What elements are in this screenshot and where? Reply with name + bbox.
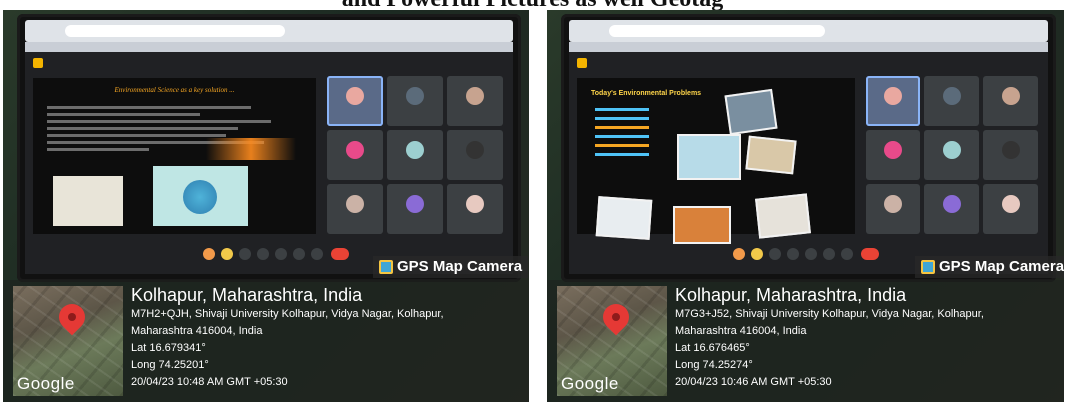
meeting-area: Today's Environmental Problems	[569, 52, 1048, 274]
location-title: Kolhapur, Maharashtra, India	[131, 285, 363, 305]
slide-photo	[673, 206, 731, 244]
participant-tile	[983, 130, 1038, 180]
present-icon	[293, 248, 305, 260]
geotag-overlay: Google Kolhapur, Maharashtra, India M7H2…	[3, 280, 529, 402]
more-options-icon	[311, 248, 323, 260]
latitude: Lat 16.679341°	[131, 342, 206, 354]
participant-tile	[387, 184, 444, 234]
browser-toolbar	[569, 20, 1048, 42]
more-options-icon	[841, 248, 853, 260]
slide-globe-image	[153, 166, 248, 226]
present-icon	[823, 248, 835, 260]
shared-slide: Environmental Science as a key solution …	[33, 78, 317, 234]
raise-hand-icon	[751, 248, 763, 260]
slide-photo	[595, 196, 653, 240]
participant-tile	[983, 184, 1038, 234]
address-bar	[65, 25, 285, 37]
gps-label-text: GPS Map Camera	[939, 258, 1064, 275]
participant-tile	[327, 76, 384, 126]
slide-fire-graphic	[206, 138, 297, 160]
location-title: Kolhapur, Maharashtra, India	[675, 285, 907, 305]
participant-tile	[865, 130, 921, 180]
slide-photo	[745, 135, 797, 175]
participant-tile	[983, 76, 1038, 126]
presenting-icon	[33, 58, 43, 68]
participant-tile	[447, 184, 503, 234]
mic-icon	[769, 248, 781, 260]
participant-tile	[327, 184, 384, 234]
map-thumbnail: Google	[13, 286, 123, 396]
gps-camera-icon	[379, 260, 393, 274]
gps-map-camera-label: GPS Map Camera	[373, 256, 529, 278]
address-line-1: M7H2+QJH, Shivaji University Kolhapur, V…	[131, 308, 444, 320]
map-pin-icon	[597, 298, 635, 336]
bookmarks-bar	[569, 42, 1048, 52]
slide-sketch-image	[53, 176, 123, 226]
camera-icon	[787, 248, 799, 260]
slide-photo	[755, 193, 811, 239]
participant-grid	[327, 76, 503, 234]
participant-grid	[865, 76, 1038, 234]
slide-photo	[677, 134, 741, 180]
reaction-icon	[203, 248, 215, 260]
slide-bullet-list	[595, 102, 649, 162]
slide-title: Environmental Science as a key solution …	[114, 86, 235, 94]
monitor: Environmental Science as a key solution …	[17, 14, 521, 282]
presenting-icon	[577, 58, 587, 68]
geotag-overlay: Google Kolhapur, Maharashtra, India M7G3…	[547, 280, 1064, 402]
participant-tile	[387, 130, 444, 180]
meeting-area: Environmental Science as a key solution …	[25, 52, 513, 274]
slide-photo	[724, 88, 778, 136]
shared-slide: Today's Environmental Problems	[577, 78, 855, 244]
participant-tile	[447, 130, 503, 180]
gps-map-camera-label: GPS Map Camera	[915, 256, 1064, 278]
photo-right: Today's Environmental Problems GPS Map C…	[547, 10, 1064, 402]
gps-label-text: GPS Map Camera	[397, 258, 523, 275]
end-call-icon	[331, 248, 349, 260]
participant-tile	[447, 76, 503, 126]
raise-hand-icon	[221, 248, 233, 260]
monitor: Today's Environmental Problems	[561, 14, 1056, 282]
address-line-1: M7G3+J52, Shivaji University Kolhapur, V…	[675, 308, 984, 320]
address-bar	[609, 25, 825, 37]
google-logo: Google	[561, 374, 619, 393]
reaction-icon	[733, 248, 745, 260]
longitude: Long 74.25274°	[675, 359, 753, 371]
participant-tile	[865, 76, 921, 126]
latitude: Lat 16.676465°	[675, 342, 750, 354]
captions-icon	[805, 248, 817, 260]
slide-title: Today's Environmental Problems	[591, 90, 702, 97]
participant-tile	[924, 130, 980, 180]
browser-toolbar	[25, 20, 513, 42]
map-thumbnail: Google	[557, 286, 667, 396]
google-logo: Google	[17, 374, 75, 393]
map-pin-icon	[53, 298, 91, 336]
address-line-2: Maharashtra 416004, India	[675, 325, 807, 337]
datetime: 20/04/23 10:48 AM GMT +05:30	[131, 376, 288, 388]
participant-tile	[387, 76, 444, 126]
address-line-2: Maharashtra 416004, India	[131, 325, 263, 337]
geotag-info: Kolhapur, Maharashtra, India M7G3+J52, S…	[675, 284, 1060, 391]
camera-icon	[257, 248, 269, 260]
participant-tile	[924, 184, 980, 234]
presenting-banner	[577, 58, 597, 68]
photo-left: Environmental Science as a key solution …	[3, 10, 529, 402]
geotag-info: Kolhapur, Maharashtra, India M7H2+QJH, S…	[131, 284, 525, 391]
presenting-banner	[33, 58, 53, 68]
participant-tile	[865, 184, 921, 234]
participant-tile	[327, 130, 384, 180]
bookmarks-bar	[25, 42, 513, 52]
longitude: Long 74.25201°	[131, 359, 209, 371]
gps-camera-icon	[921, 260, 935, 274]
participant-tile	[924, 76, 980, 126]
captions-icon	[275, 248, 287, 260]
datetime: 20/04/23 10:46 AM GMT +05:30	[675, 376, 832, 388]
end-call-icon	[861, 248, 879, 260]
mic-icon	[239, 248, 251, 260]
